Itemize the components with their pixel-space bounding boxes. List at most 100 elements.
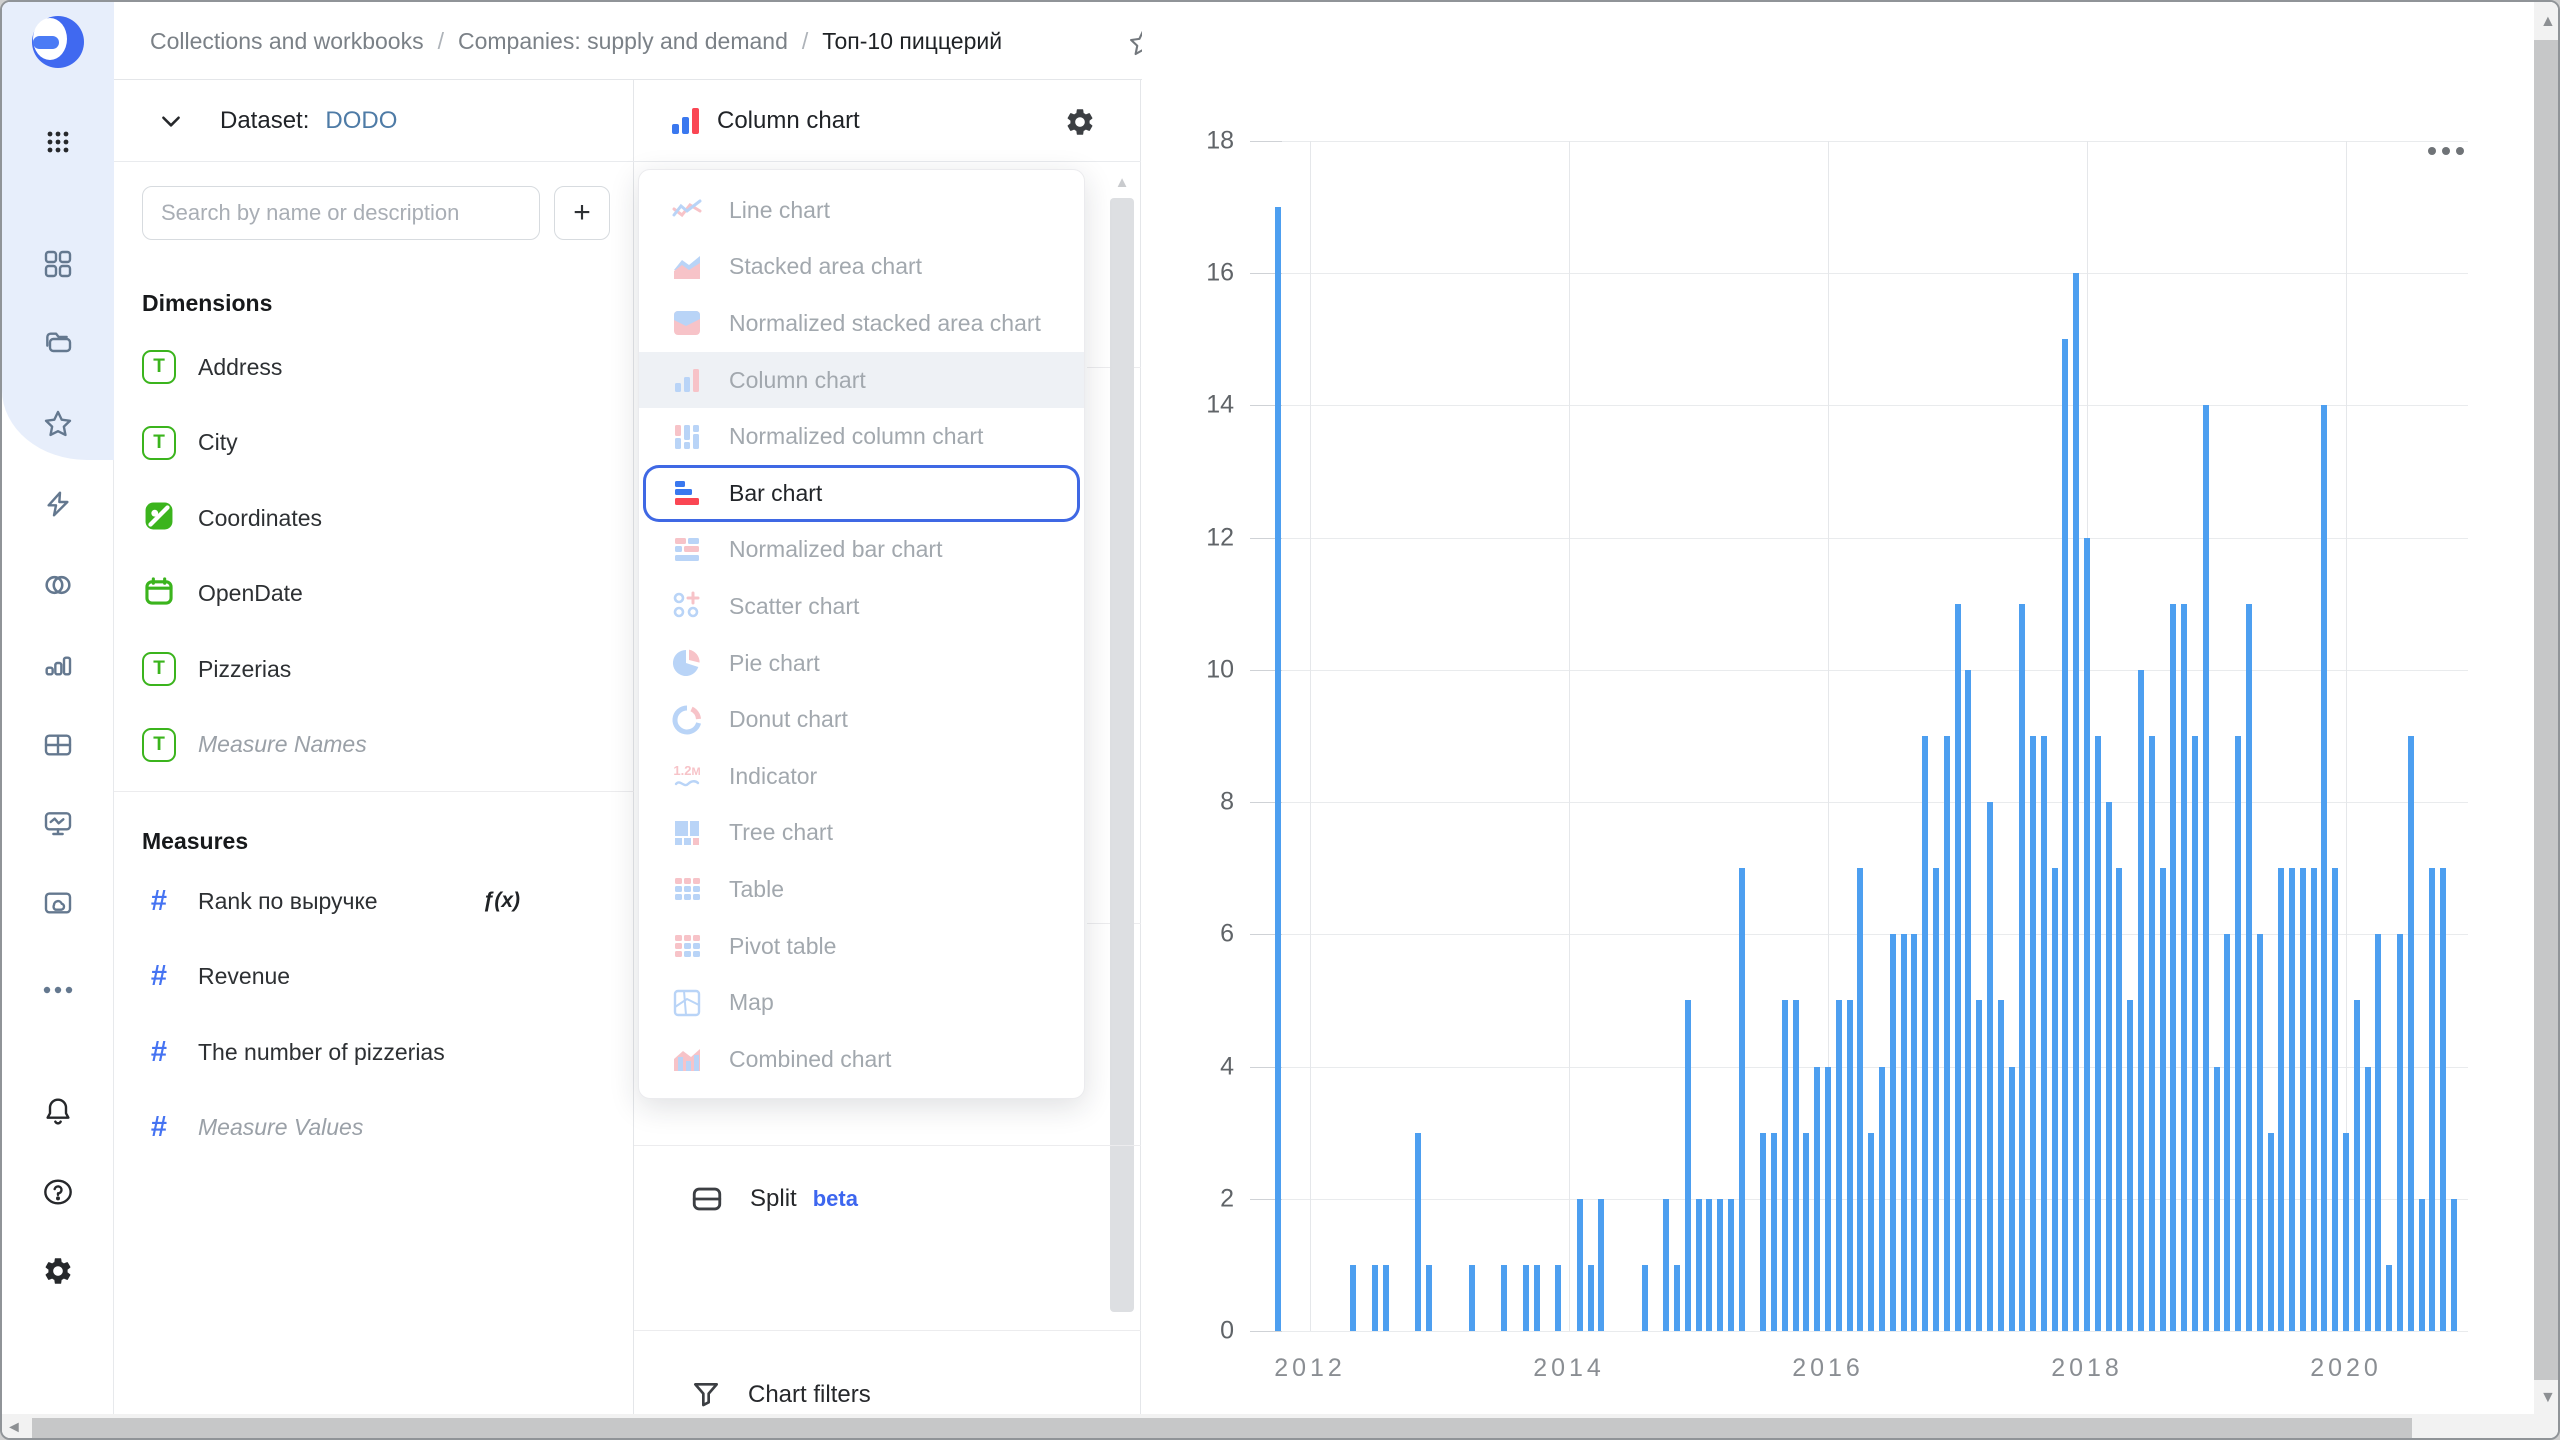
- chart-bar[interactable]: [1879, 1067, 1885, 1331]
- chart-bar[interactable]: [2192, 736, 2198, 1331]
- chart-bar[interactable]: [2041, 736, 2047, 1331]
- chart-bar[interactable]: [2343, 1133, 2349, 1331]
- chart-bar[interactable]: [2030, 736, 2036, 1331]
- dimension-field-item[interactable]: T Address: [130, 330, 620, 404]
- chart-bar[interactable]: [2246, 604, 2252, 1331]
- chart-bar[interactable]: [1987, 802, 1993, 1331]
- chart-type-option[interactable]: Combined chart: [639, 1031, 1084, 1088]
- chart-bar[interactable]: [1760, 1133, 1766, 1331]
- chart-bar[interactable]: [1588, 1265, 1594, 1331]
- dashboards-icon[interactable]: [2, 236, 114, 292]
- chart-bar[interactable]: [2106, 802, 2112, 1331]
- chart-bar[interactable]: [1803, 1133, 1809, 1331]
- chart-bar[interactable]: [2170, 604, 2176, 1331]
- chart-bar[interactable]: [1415, 1133, 1421, 1331]
- chart-bar[interactable]: [2181, 604, 2187, 1331]
- chart-type-option[interactable]: Map: [639, 974, 1084, 1031]
- dimension-field-item[interactable]: T Measure Names: [130, 708, 620, 782]
- chart-bar[interactable]: [1663, 1199, 1669, 1331]
- chart-bar[interactable]: [2278, 868, 2284, 1331]
- chart-bar[interactable]: [1674, 1265, 1680, 1331]
- chart-bar[interactable]: [2257, 934, 2263, 1331]
- chart-type-option[interactable]: Scatter chart: [639, 578, 1084, 635]
- chart-bar[interactable]: [2235, 736, 2241, 1331]
- chart-bar[interactable]: [1998, 1000, 2004, 1331]
- chart-bar[interactable]: [2375, 934, 2381, 1331]
- chart-bar[interactable]: [2019, 604, 2025, 1331]
- chart-bar[interactable]: [1847, 1000, 1853, 1331]
- chart-bar[interactable]: [1739, 868, 1745, 1331]
- favorites-star-icon[interactable]: [2, 396, 114, 452]
- chart-bar[interactable]: [2009, 1067, 2015, 1331]
- help-icon[interactable]: [2, 1164, 114, 1220]
- chart-bar[interactable]: [2419, 1199, 2425, 1331]
- chart-bar[interactable]: [2321, 405, 2327, 1331]
- chart-bar[interactable]: [1372, 1265, 1378, 1331]
- chart-bar[interactable]: [1275, 207, 1281, 1331]
- chart-bar[interactable]: [1836, 1000, 1842, 1331]
- charts-icon[interactable]: [2, 637, 114, 693]
- chart-bar[interactable]: [2224, 934, 2230, 1331]
- chart-bar[interactable]: [1728, 1199, 1734, 1331]
- chart-bar[interactable]: [2160, 868, 2166, 1331]
- chart-type-option[interactable]: Table: [639, 861, 1084, 918]
- dataset-name-link[interactable]: DODO: [325, 107, 397, 135]
- vertical-scrollbar-thumb[interactable]: [2534, 40, 2560, 1380]
- chart-bar[interactable]: [2062, 339, 2068, 1331]
- measure-field-item[interactable]: # The number of pizzerias: [130, 1015, 620, 1089]
- chart-type-option[interactable]: Column chart: [639, 352, 1084, 409]
- dataset-selector[interactable]: Dataset: DODO: [114, 80, 634, 162]
- chart-bar[interactable]: [1577, 1199, 1583, 1331]
- chart-bar[interactable]: [2440, 868, 2446, 1331]
- chart-bar[interactable]: [1555, 1265, 1561, 1331]
- scroll-down-icon[interactable]: ▼: [2540, 1390, 2556, 1406]
- chart-bar[interactable]: [1976, 1000, 1982, 1331]
- chart-bar[interactable]: [1501, 1265, 1507, 1331]
- dimension-field-item[interactable]: Coordinates: [130, 481, 620, 555]
- chart-bar[interactable]: [1944, 736, 1950, 1331]
- chart-bar[interactable]: [1911, 934, 1917, 1331]
- chart-bar[interactable]: [2451, 1199, 2457, 1331]
- chart-type-option[interactable]: Normalized column chart: [639, 408, 1084, 465]
- chart-bar[interactable]: [1426, 1265, 1432, 1331]
- monitoring-icon[interactable]: [2, 796, 114, 852]
- scroll-left-icon[interactable]: ◄: [6, 1420, 22, 1436]
- storage-icon[interactable]: [2, 875, 114, 931]
- chart-bar[interactable]: [1955, 604, 1961, 1331]
- chart-bar[interactable]: [2095, 736, 2101, 1331]
- chart-bar[interactable]: [1965, 670, 1971, 1331]
- chart-bar[interactable]: [1642, 1265, 1648, 1331]
- dimension-field-item[interactable]: OpenDate: [130, 557, 620, 631]
- chart-bar[interactable]: [2084, 538, 2090, 1331]
- chart-bar[interactable]: [2429, 868, 2435, 1331]
- chart-bar[interactable]: [1782, 1000, 1788, 1331]
- chart-type-option[interactable]: 1.2M Indicator: [639, 748, 1084, 805]
- breadcrumb-item[interactable]: Топ-10 пиццерий: [822, 28, 1002, 55]
- chart-bar[interactable]: [2386, 1265, 2392, 1331]
- quick-actions-icon[interactable]: [2, 476, 114, 532]
- chart-bar[interactable]: [1383, 1265, 1389, 1331]
- apps-grid-icon[interactable]: [2, 114, 114, 170]
- tables-icon[interactable]: [2, 717, 114, 773]
- datalens-logo[interactable]: [31, 15, 85, 69]
- split-row[interactable]: Split beta: [634, 1164, 1141, 1234]
- chart-bar[interactable]: [2268, 1133, 2274, 1331]
- dimension-field-item[interactable]: T Pizzerias: [130, 632, 620, 706]
- chart-bar[interactable]: [2214, 1067, 2220, 1331]
- scroll-up-icon[interactable]: ▲: [2540, 14, 2556, 30]
- chart-bar[interactable]: [1771, 1133, 1777, 1331]
- chart-bar[interactable]: [2203, 405, 2209, 1331]
- chart-bar[interactable]: [2127, 1000, 2133, 1331]
- chart-bar[interactable]: [1922, 736, 1928, 1331]
- chart-type-option[interactable]: Pie chart: [639, 635, 1084, 692]
- chart-bar[interactable]: [1890, 934, 1896, 1331]
- chart-bar[interactable]: [2289, 868, 2295, 1331]
- dimension-field-item[interactable]: T City: [130, 406, 620, 480]
- chart-type-option[interactable]: Bar chart: [643, 465, 1080, 522]
- panel-scroll-up-icon[interactable]: ▲: [1111, 174, 1133, 190]
- chart-bar[interactable]: [2354, 1000, 2360, 1331]
- chart-type-option[interactable]: Normalized bar chart: [639, 522, 1084, 579]
- chart-bar[interactable]: [2408, 736, 2414, 1331]
- chart-bar[interactable]: [1696, 1199, 1702, 1331]
- chart-type-option[interactable]: Tree chart: [639, 805, 1084, 862]
